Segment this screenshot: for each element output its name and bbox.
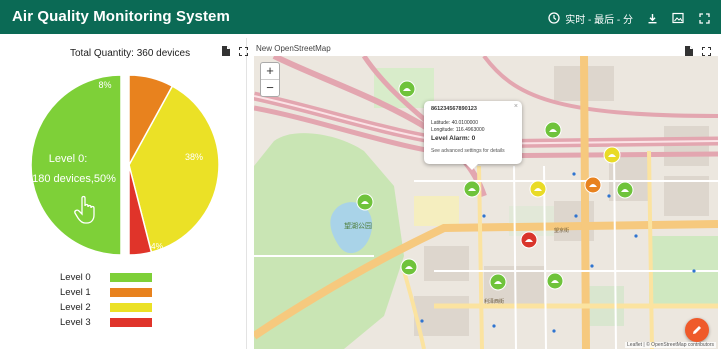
popup-device-id: 861234567890123 xyxy=(431,106,477,112)
device-marker-level0[interactable] xyxy=(356,193,374,211)
legend-label: Level 2 xyxy=(60,302,91,313)
slice-label-level1: 8% xyxy=(98,80,111,90)
map-attribution[interactable]: Leaflet | © OpenStreetMap contributors xyxy=(625,342,716,348)
map-panel-title: New OpenStreetMap xyxy=(256,44,331,53)
legend-swatch xyxy=(110,288,152,297)
document-icon[interactable] xyxy=(684,46,694,56)
pie-slice-level-0[interactable] xyxy=(30,74,122,256)
legend-swatch xyxy=(110,318,152,327)
time-range-label: 实时 - 最后 - 分 xyxy=(565,14,633,26)
map-label-park: 望湖公园 xyxy=(344,221,372,230)
legend-swatch xyxy=(110,273,152,282)
map-view[interactable]: 望湖公园 望京街 利泽西街 + − × 861234567890123 Lati… xyxy=(254,56,718,349)
pie-chart-panel: Total Quantity: 360 devices 8% 38% 4% Le… xyxy=(12,38,248,349)
legend-label: Level 3 xyxy=(60,317,91,328)
image-icon[interactable] xyxy=(671,11,685,25)
device-marker-level0[interactable] xyxy=(546,272,564,290)
device-marker-level2[interactable] xyxy=(603,146,621,164)
highlight-label-devices: 180 devices,50% xyxy=(32,173,116,185)
popup-longitude: Longitude: 116.4963000 xyxy=(431,126,485,133)
zoom-control: + − xyxy=(260,62,280,97)
popup-alarm-level: Level Alarm: 0 xyxy=(431,135,476,142)
device-marker-level2[interactable] xyxy=(529,180,547,198)
popup-advanced-link[interactable]: See advanced settings for details xyxy=(431,148,515,154)
legend-item[interactable]: Level 2 xyxy=(52,300,152,315)
highlight-label-level: Level 0: xyxy=(49,153,88,165)
legend-label: Level 1 xyxy=(60,287,91,298)
zoom-in-button[interactable]: + xyxy=(261,63,279,80)
time-range-picker[interactable]: 实时 - 最后 - 分 xyxy=(547,11,633,26)
clock-icon xyxy=(547,11,561,25)
pie-legend: Level 0 Level 1 Level 2 Level 3 xyxy=(52,270,152,330)
legend-label: Level 0 xyxy=(60,272,91,283)
zoom-out-button[interactable]: − xyxy=(261,80,279,96)
slice-label-level2: 38% xyxy=(185,152,203,162)
legend-item[interactable]: Level 1 xyxy=(52,285,152,300)
device-marker-level0[interactable] xyxy=(398,80,416,98)
map-panel-tools xyxy=(684,46,711,56)
app-header: Air Quality Monitoring System 实时 - 最后 - … xyxy=(0,0,721,34)
expand-icon[interactable] xyxy=(701,46,711,56)
map-tiles: 望湖公园 望京街 利泽西街 xyxy=(254,56,718,349)
app-title: Air Quality Monitoring System xyxy=(12,8,230,25)
legend-swatch xyxy=(110,303,152,312)
device-marker-level3[interactable] xyxy=(520,231,538,249)
header-toolbar: 实时 - 最后 - 分 xyxy=(547,8,711,28)
pie-chart: 8% 38% 4% Level 0: 180 devices,50% xyxy=(30,74,220,256)
device-marker-level0[interactable] xyxy=(400,258,418,276)
device-popup: × 861234567890123 Latitude: 40.0100000 L… xyxy=(424,101,522,170)
edit-fab-button[interactable] xyxy=(685,318,709,342)
slice-label-level3: 4% xyxy=(151,241,164,251)
legend-item[interactable]: Level 0 xyxy=(52,270,152,285)
legend-item[interactable]: Level 3 xyxy=(52,315,152,330)
download-icon[interactable] xyxy=(645,11,659,25)
device-marker-level0[interactable] xyxy=(489,273,507,291)
map-label-road-2: 利泽西街 xyxy=(484,298,504,305)
pencil-icon xyxy=(693,326,701,334)
popup-close-button[interactable]: × xyxy=(514,103,518,110)
device-marker-level1[interactable] xyxy=(584,176,602,194)
device-marker-level0[interactable] xyxy=(463,180,481,198)
map-label-road-1: 望京街 xyxy=(554,227,569,234)
fullscreen-icon[interactable] xyxy=(697,11,711,25)
device-marker-level0[interactable] xyxy=(544,121,562,139)
map-panel: New OpenStreetMap 望湖公园 望京街 利泽西街 + − × 86… xyxy=(252,38,721,349)
device-marker-level0[interactable] xyxy=(616,181,634,199)
